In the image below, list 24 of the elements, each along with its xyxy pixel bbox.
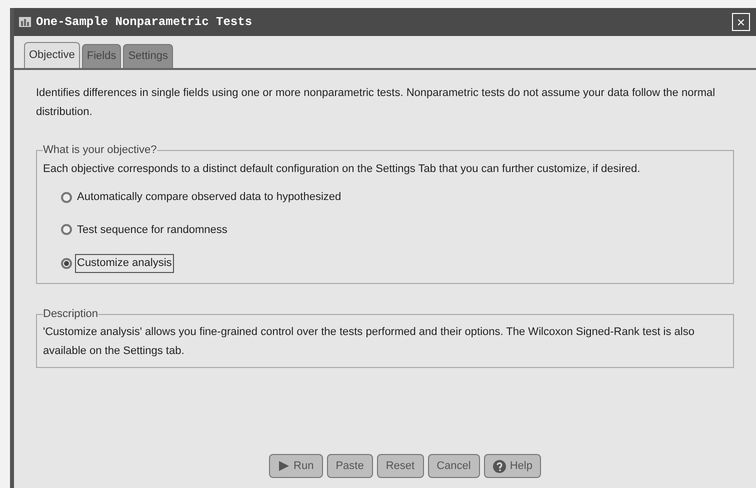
window-title: One-Sample Nonparametric Tests — [36, 14, 252, 31]
help-icon — [492, 460, 506, 472]
play-icon — [278, 460, 290, 472]
intro-text: Identifies differences in single fields using one or more nonparametric tests. Nonparametric tests do not assume your data follow the normal distribution. — [36, 86, 716, 120]
app-icon — [18, 15, 32, 29]
description-text: 'Customize analysis' allows you fine-grained control over the tests performed and their options. The Wilcoxon Signed-Rank test is also available on the Settings tab. — [43, 324, 696, 358]
group-legend: What is your objective? — [43, 142, 157, 158]
tab[interactable]: Fields — [82, 44, 122, 68]
radio-button[interactable] — [61, 258, 72, 269]
run-button[interactable]: Run — [268, 454, 323, 478]
radio-label[interactable]: Test sequence for randomness — [75, 222, 230, 238]
radio-label[interactable]: Customize analysis — [75, 254, 174, 272]
radio-label[interactable]: Automatically compare observed data to hypothesized — [75, 189, 344, 206]
dialog-button[interactable]: Cancel — [428, 454, 480, 478]
dialog-button[interactable]: Reset — [376, 454, 424, 478]
help-button[interactable]: Help — [484, 454, 542, 478]
tab[interactable]: Settings — [123, 44, 173, 68]
dialog-button[interactable]: Paste — [326, 454, 373, 478]
group-legend: Description — [43, 306, 98, 322]
close-button[interactable]: × — [732, 13, 750, 31]
radio-button[interactable] — [61, 192, 72, 203]
radio-button[interactable] — [61, 224, 72, 236]
objective-text: Each objective corresponds to a distinct default configuration on the Settings Tab that you can further customize, if desired. — [43, 162, 642, 176]
tab[interactable]: Objective — [24, 42, 80, 68]
